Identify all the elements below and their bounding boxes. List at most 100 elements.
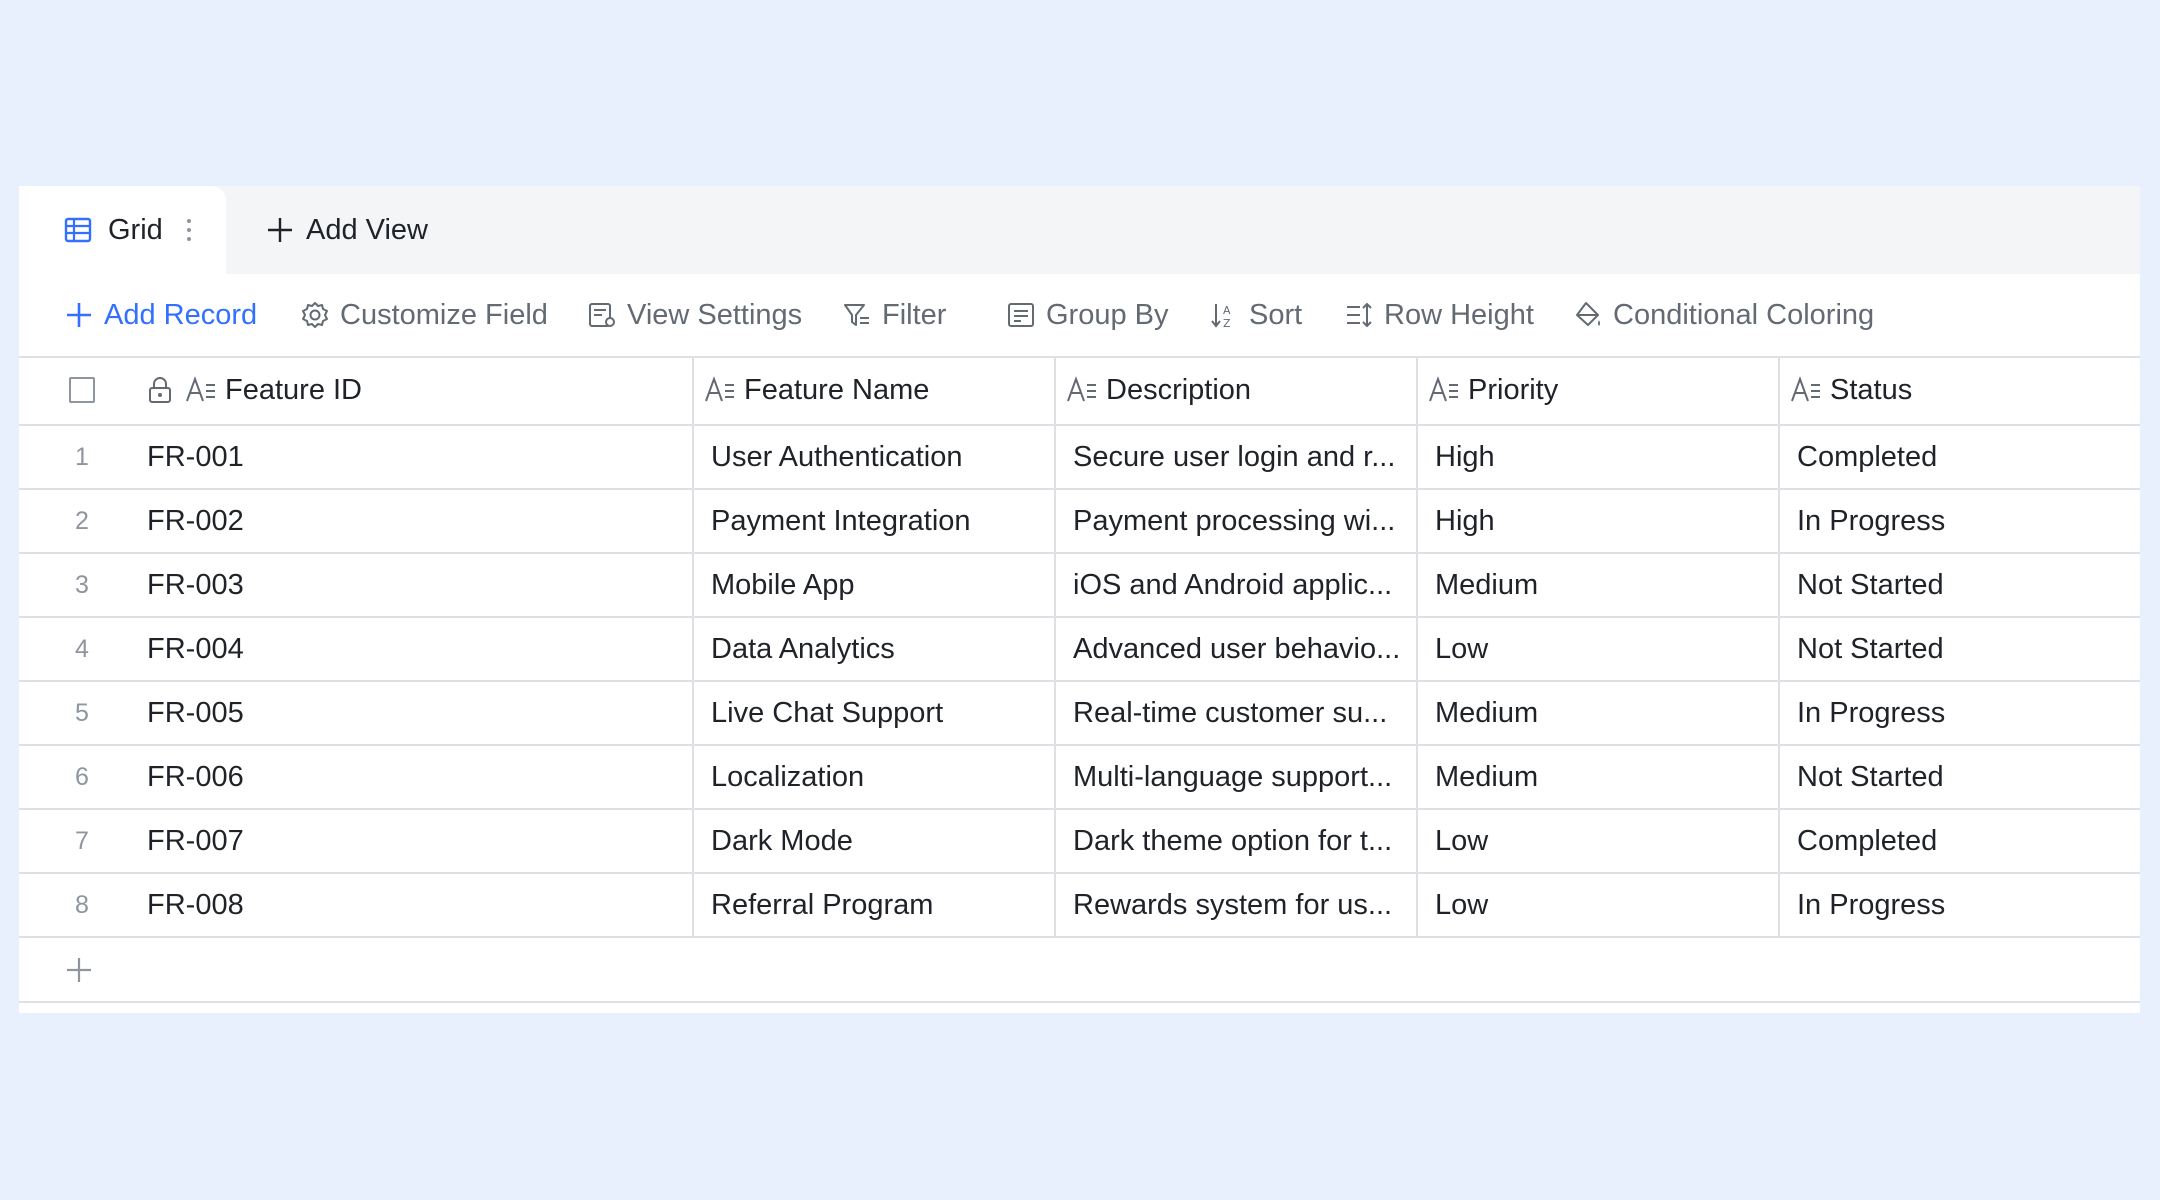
column-divider [1054, 682, 1056, 744]
cell-status[interactable]: Not Started [1797, 554, 2137, 616]
view-settings-label: View Settings [627, 298, 803, 331]
column-divider [1778, 810, 1780, 872]
cell-description[interactable]: Multi-language support... [1073, 746, 1413, 808]
add-view-button[interactable]: Add View [266, 186, 428, 274]
cell-feature-id[interactable]: FR-002 [147, 490, 687, 552]
customize-field-button[interactable]: Customize Field [300, 274, 548, 356]
column-divider [1416, 810, 1418, 872]
row-height-icon [1347, 302, 1372, 328]
sort-button[interactable]: A Z Sort [1209, 274, 1302, 356]
add-row-plus-icon[interactable] [64, 955, 94, 985]
cell-description[interactable]: iOS and Android applic... [1073, 554, 1413, 616]
column-divider [1778, 490, 1780, 552]
sort-icon: A Z [1211, 304, 1231, 330]
cell-feature-name[interactable]: Dark Mode [711, 810, 1051, 872]
column-divider [1054, 490, 1056, 552]
cell-feature-name[interactable]: Referral Program [711, 874, 1051, 936]
row-height-button[interactable]: Row Height [1344, 274, 1534, 356]
cell-feature-id[interactable]: FR-004 [147, 618, 687, 680]
table-row[interactable]: 8 FR-008 Referral Program Rewards system… [19, 874, 2140, 938]
select-all-checkbox[interactable] [69, 377, 95, 403]
cell-feature-name[interactable]: Live Chat Support [711, 682, 1051, 744]
cell-priority[interactable]: Medium [1435, 682, 1775, 744]
cell-feature-name[interactable]: Data Analytics [711, 618, 1051, 680]
grid-table-icon [64, 217, 92, 243]
cell-description[interactable]: Dark theme option for t... [1073, 810, 1413, 872]
svg-text:A: A [1223, 304, 1231, 317]
text-field-icon [705, 376, 734, 402]
column-divider [1054, 356, 1056, 424]
group-by-button[interactable]: Group By [1006, 274, 1169, 356]
group-by-icon [1008, 303, 1034, 327]
cell-feature-name[interactable]: Localization [711, 746, 1051, 808]
column-header-priority[interactable]: Priority [1428, 356, 1768, 424]
cell-status[interactable]: Completed [1797, 426, 2137, 488]
column-divider [1054, 810, 1056, 872]
cell-feature-name[interactable]: Mobile App [711, 554, 1051, 616]
column-divider [692, 426, 694, 488]
column-header-feature-id[interactable]: Feature ID [147, 356, 707, 424]
view-tab-bar: Grid Add View [19, 186, 2140, 274]
table-row[interactable]: 7 FR-007 Dark Mode Dark theme option for… [19, 810, 2140, 874]
text-field-icon [1067, 376, 1096, 402]
cell-priority[interactable]: High [1435, 490, 1775, 552]
cell-feature-name[interactable]: Payment Integration [711, 490, 1051, 552]
cell-feature-id[interactable]: FR-007 [147, 810, 687, 872]
cell-feature-id[interactable]: FR-003 [147, 554, 687, 616]
cell-priority[interactable]: Low [1435, 810, 1775, 872]
cell-description[interactable]: Rewards system for us... [1073, 874, 1413, 936]
table-row[interactable]: 2 FR-002 Payment Integration Payment pro… [19, 490, 2140, 554]
column-header-feature-name[interactable]: Feature Name [704, 356, 1044, 424]
cell-feature-id[interactable]: FR-005 [147, 682, 687, 744]
column-divider [692, 554, 694, 616]
cell-status[interactable]: Not Started [1797, 618, 2137, 680]
view-settings-button[interactable]: View Settings [587, 274, 802, 356]
cell-status[interactable]: In Progress [1797, 682, 2137, 744]
cell-description[interactable]: Payment processing wi... [1073, 490, 1413, 552]
tab-grid-label: Grid [108, 214, 163, 246]
cell-status[interactable]: Not Started [1797, 746, 2137, 808]
column-divider [692, 682, 694, 744]
filter-button[interactable]: Filter [842, 274, 946, 356]
cell-feature-id[interactable]: FR-006 [147, 746, 687, 808]
column-divider [692, 874, 694, 936]
add-record-button[interactable]: Add Record [64, 274, 257, 356]
column-header-label: Description [1106, 373, 1252, 406]
table-row[interactable]: 5 FR-005 Live Chat Support Real-time cus… [19, 682, 2140, 746]
cell-description[interactable]: Secure user login and r... [1073, 426, 1413, 488]
table-row[interactable]: 4 FR-004 Data Analytics Advanced user be… [19, 618, 2140, 682]
cell-priority[interactable]: Medium [1435, 746, 1775, 808]
cell-priority[interactable]: Medium [1435, 554, 1775, 616]
cell-feature-id[interactable]: FR-008 [147, 874, 687, 936]
cell-status[interactable]: In Progress [1797, 874, 2137, 936]
table-row[interactable]: 6 FR-006 Localization Multi-language sup… [19, 746, 2140, 810]
cell-description[interactable]: Real-time customer su... [1073, 682, 1413, 744]
column-divider [1054, 426, 1056, 488]
cell-priority[interactable]: High [1435, 426, 1775, 488]
column-header-status[interactable]: Status [1790, 356, 2130, 424]
column-divider [1778, 554, 1780, 616]
row-number: 8 [75, 890, 89, 919]
lock-icon [149, 377, 171, 403]
cell-feature-name[interactable]: User Authentication [711, 426, 1051, 488]
table-row[interactable]: 1 FR-001 User Authentication Secure user… [19, 426, 2140, 490]
add-row-bar [19, 938, 2140, 1003]
conditional-coloring-button[interactable]: Conditional Coloring [1573, 274, 1874, 356]
cell-status[interactable]: In Progress [1797, 490, 2137, 552]
cell-priority[interactable]: Low [1435, 874, 1775, 936]
column-divider [1778, 618, 1780, 680]
filter-label: Filter [882, 298, 947, 331]
cell-priority[interactable]: Low [1435, 618, 1775, 680]
grid-view-panel: Grid Add View Add Record Customize Field… [19, 186, 2140, 1013]
table-row[interactable]: 3 FR-003 Mobile App iOS and Android appl… [19, 554, 2140, 618]
column-divider [1778, 746, 1780, 808]
add-view-label: Add View [306, 213, 428, 246]
tab-grid[interactable]: Grid [19, 186, 226, 274]
cell-status[interactable]: Completed [1797, 810, 2137, 872]
cell-feature-id[interactable]: FR-001 [147, 426, 687, 488]
column-header-label: Status [1830, 373, 1913, 406]
cell-description[interactable]: Advanced user behavio... [1073, 618, 1413, 680]
column-divider [1054, 554, 1056, 616]
column-header-description[interactable]: Description [1066, 356, 1406, 424]
more-vertical-icon[interactable] [184, 214, 194, 246]
